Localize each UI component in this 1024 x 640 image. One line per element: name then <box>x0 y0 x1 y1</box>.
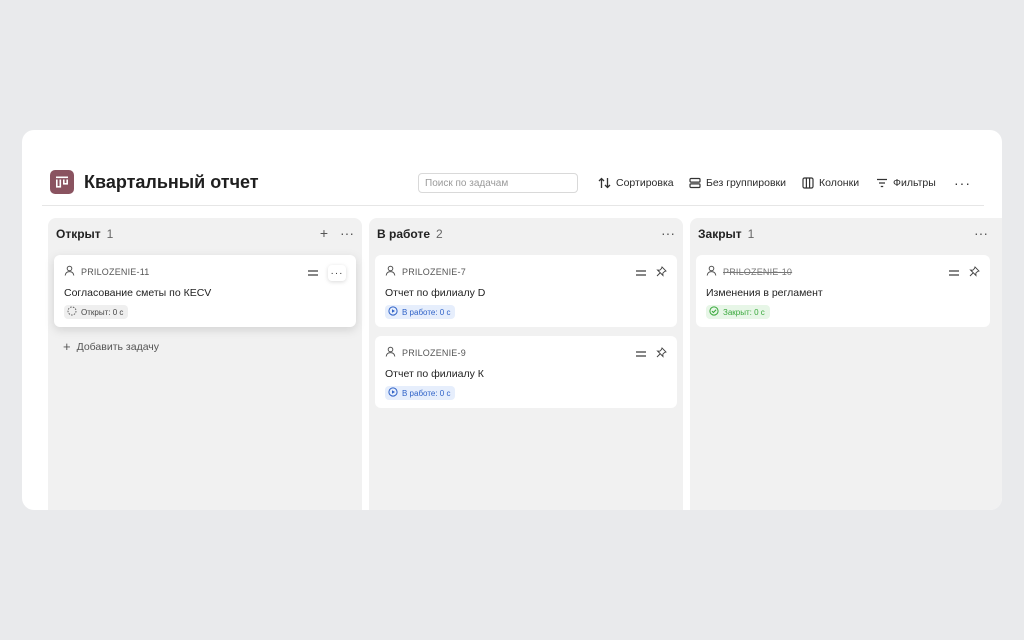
column-title: Закрыт 1 <box>698 227 755 241</box>
status-text: Закрыт: 0 с <box>723 307 765 317</box>
task-key: PRILOZENIE-11 <box>81 266 150 277</box>
board-panel: Квартальный отчет Сортировка Без группир… <box>22 130 1002 510</box>
task-card[interactable]: PRILOZENIE-10 Изменения в регламент Закр… <box>696 255 990 327</box>
grouping-label: Без группировки <box>706 177 786 189</box>
priority-icon <box>636 345 646 363</box>
plus-icon: + <box>63 339 71 354</box>
priority-icon <box>949 264 959 282</box>
status-text: Открыт: 0 с <box>81 307 124 317</box>
status-text: В работе: 0 с <box>402 388 451 398</box>
column-menu-button[interactable]: ··· <box>974 225 988 241</box>
filters-button[interactable]: Фильтры <box>876 175 936 191</box>
sort-icon <box>598 177 611 189</box>
task-title[interactable]: Изменения в регламент <box>706 287 823 299</box>
task-title[interactable]: Отчет по филиалу D <box>385 287 485 299</box>
column-menu-button[interactable]: ··· <box>661 225 675 241</box>
sort-label: Сортировка <box>616 177 674 189</box>
priority-icon <box>308 264 318 282</box>
page-title: Квартальный отчет <box>84 172 259 192</box>
columns-icon <box>802 177 814 189</box>
task-key: PRILOZENIE-7 <box>402 266 466 277</box>
column-menu-button[interactable]: ··· <box>340 225 354 241</box>
column-open: Открыт 1 + ··· PRILOZENIE-11 ··· Согласов… <box>48 218 362 510</box>
header-divider <box>42 205 984 206</box>
search-input[interactable] <box>418 173 578 193</box>
play-circle-icon <box>388 306 398 318</box>
column-header: В работе 2 ··· <box>377 225 675 243</box>
grouping-button[interactable]: Без группировки <box>689 175 786 191</box>
check-circle-icon <box>709 306 719 318</box>
column-title: В работе 2 <box>377 227 443 241</box>
task-title[interactable]: Согласование сметы по КЕСV <box>64 287 211 299</box>
columns-label: Колонки <box>819 177 860 189</box>
assignee-icon <box>706 265 717 278</box>
column-in-progress: В работе 2 ··· PRILOZENIE-7 Отчет по фил… <box>369 218 683 510</box>
status-badge: Закрыт: 0 с <box>706 305 770 319</box>
more-options-button[interactable]: ··· <box>954 175 971 191</box>
column-count: 2 <box>436 227 443 241</box>
open-status-icon <box>67 306 77 318</box>
columns-button[interactable]: Колонки <box>802 175 859 191</box>
column-title: Открыт 1 <box>56 227 114 241</box>
pin-icon[interactable] <box>656 264 667 282</box>
card-menu-button[interactable]: ··· <box>328 265 346 281</box>
pin-icon[interactable] <box>656 345 667 363</box>
status-badge: Открыт: 0 с <box>64 305 129 319</box>
sort-button[interactable]: Сортировка <box>598 175 674 191</box>
column-count: 1 <box>106 227 114 241</box>
column-count: 1 <box>747 227 755 241</box>
play-circle-icon <box>388 387 398 399</box>
priority-icon <box>636 264 646 282</box>
pin-icon[interactable] <box>969 264 980 282</box>
assignee-icon <box>64 265 75 278</box>
task-card[interactable]: PRILOZENIE-7 Отчет по филиалу D В работе… <box>375 255 677 327</box>
assignee-icon <box>385 265 396 278</box>
column-header: Закрыт 1 ··· <box>698 225 1002 243</box>
filters-label: Фильтры <box>893 177 936 189</box>
status-badge: В работе: 0 с <box>385 386 456 400</box>
task-card[interactable]: PRILOZENIE-9 Отчет по филиалу К В работе… <box>375 336 677 408</box>
column-closed: Закрыт 1 ··· PRILOZENIE-10 Изменения в р… <box>690 218 1002 510</box>
assignee-icon <box>385 346 396 359</box>
add-task-button[interactable]: + Добавить задачу <box>63 339 159 354</box>
add-task-label: Добавить задачу <box>76 340 160 353</box>
task-key: PRILOZENIE-10 <box>723 266 793 277</box>
column-header: Открыт 1 + ··· <box>56 225 354 243</box>
task-card[interactable]: PRILOZENIE-11 ··· Согласование сметы по … <box>54 255 356 327</box>
board-icon <box>50 170 74 194</box>
add-icon[interactable]: + <box>320 225 328 241</box>
board-header: Квартальный отчет Сортировка Без группир… <box>50 170 982 198</box>
grouping-icon <box>689 177 701 189</box>
status-text: В работе: 0 с <box>402 307 451 317</box>
filter-icon <box>876 177 888 189</box>
status-badge: В работе: 0 с <box>385 305 456 319</box>
task-key: PRILOZENIE-9 <box>402 347 466 358</box>
task-title[interactable]: Отчет по филиалу К <box>385 368 484 380</box>
